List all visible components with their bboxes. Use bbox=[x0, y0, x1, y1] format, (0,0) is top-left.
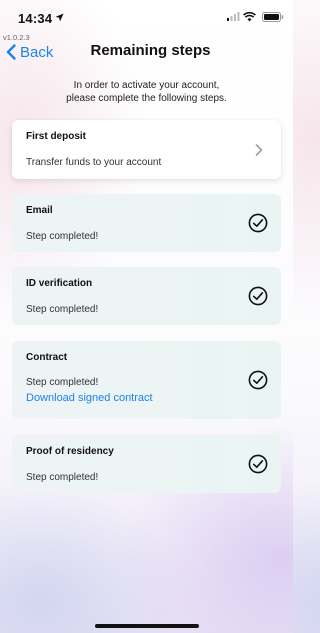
step-card-id-verification: ID verification Step completed! bbox=[12, 267, 281, 325]
step-title: First deposit bbox=[26, 131, 87, 142]
step-card-first-deposit[interactable]: First deposit Transfer funds to your acc… bbox=[12, 120, 281, 179]
step-status: Step completed! bbox=[26, 304, 99, 315]
step-title: Email bbox=[26, 205, 53, 216]
step-card-email: Email Step completed! bbox=[12, 194, 281, 252]
wifi-icon bbox=[243, 12, 256, 22]
step-status: Step completed! bbox=[26, 472, 99, 483]
step-status: Step completed! bbox=[26, 377, 99, 388]
status-time: 14:34 bbox=[18, 11, 53, 26]
intro-line-1: In order to activate your account, bbox=[73, 80, 220, 91]
check-circle-icon bbox=[248, 454, 268, 474]
step-status: Step completed! bbox=[26, 231, 99, 242]
check-circle-icon bbox=[248, 370, 268, 390]
step-card-contract: Contract Step completed! Download signed… bbox=[12, 341, 281, 419]
page-title: Remaining steps bbox=[90, 42, 211, 59]
step-title: ID verification bbox=[26, 278, 93, 289]
intro-line-2: please complete the following steps. bbox=[66, 92, 227, 104]
step-title: Proof of residency bbox=[26, 446, 114, 457]
chevron-right-icon bbox=[255, 144, 263, 156]
step-card-proof-of-residency: Proof of residency Step completed! bbox=[12, 435, 281, 493]
step-subtitle: Transfer funds to your account bbox=[26, 157, 162, 168]
status-bar: 14:34 bbox=[0, 0, 293, 30]
download-signed-contract-link[interactable]: Download signed contract bbox=[26, 392, 153, 404]
step-title: Contract bbox=[26, 352, 68, 363]
battery-icon bbox=[262, 12, 284, 22]
signal-icon bbox=[227, 12, 240, 21]
intro-text: In order to activate your account, pleas… bbox=[40, 80, 253, 105]
check-circle-icon bbox=[248, 286, 268, 306]
check-circle-icon bbox=[248, 213, 268, 233]
app-version-label: v1.0.2.3 bbox=[3, 33, 30, 42]
home-indicator[interactable] bbox=[95, 624, 199, 628]
location-arrow-icon bbox=[55, 13, 64, 22]
